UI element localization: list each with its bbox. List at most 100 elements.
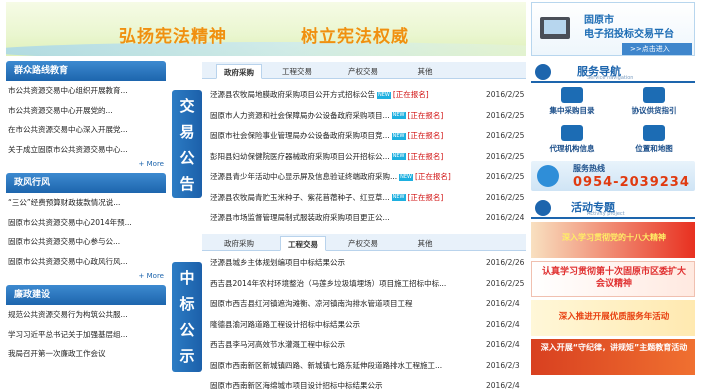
section-conduct: 政风行风 “三公”经费预算财政拨款情况说... 固原市公共资源交易中心2014年… bbox=[6, 173, 166, 282]
tab-engineering[interactable]: 工程交易 bbox=[274, 64, 320, 79]
right-sidebar: 服务导航 Service navigation 集中采购目录 协议供货指引 代理… bbox=[531, 61, 695, 375]
nav-supply-guide[interactable]: 协议供货指引 bbox=[613, 83, 695, 121]
row-date: 2016/2/25 bbox=[486, 110, 525, 120]
row-date: 2016/2/25 bbox=[486, 131, 525, 140]
new-badge-icon: NEW bbox=[391, 132, 406, 140]
banner-swoosh bbox=[6, 42, 526, 56]
portal-title-line1: 固原市 bbox=[584, 15, 614, 26]
section-integrity: 廉政建设 规范公共资源交易行为构筑公共服... 学习习近平总书记关于加强基层组.… bbox=[6, 285, 166, 364]
row-date: 2016/2/4 bbox=[486, 319, 520, 329]
hotline-number: 0954-2039234 bbox=[573, 175, 690, 190]
e-bidding-portal-link[interactable]: 固原市 电子招投标交易平台 >>点击进入 bbox=[531, 2, 695, 56]
status-badge: [正在报名] bbox=[392, 90, 429, 99]
activities-header: 活动专题 Activity project bbox=[531, 197, 695, 219]
new-badge-icon: NEW bbox=[391, 194, 406, 201]
table-row[interactable]: 泾源县青少年活动中心显示屏及信息验证终端政府采购... NEW [正在报名] 2016… bbox=[210, 167, 526, 188]
activity-banner[interactable]: 深入开展“守纪律，讲规矩”主题教育活动 bbox=[531, 339, 695, 375]
table-row[interactable]: 固原市西吉县红河镇遮沟滩衡、凉河镇南沟排水管道项目工程 2016/2/4 bbox=[210, 294, 526, 315]
list-item[interactable]: 市公共资源交易中心开展党的... bbox=[6, 101, 166, 121]
table-row[interactable]: 固原市西南新区新城镇四路、新城镇七路东延伸段道路排水工程施工... 2016/2/… bbox=[210, 356, 526, 377]
left-sidebar: 群众路线教育 市公共资源交易中心组织开展教育... 市公共资源交易中心开展党的.… bbox=[6, 61, 166, 367]
row-date: 2016/2/4 bbox=[486, 299, 520, 308]
table-row[interactable]: 泾源县农牧局青贮玉米种子、紫花苜蓿种子、红豆草... NEW [正在报名] 2016/… bbox=[210, 188, 526, 209]
award-tabs: 政府采购 工程交易 产权交易 其他 bbox=[202, 234, 526, 251]
status-badge: [正在报名] bbox=[407, 192, 444, 202]
portal-enter-button[interactable]: >>点击进入 bbox=[622, 43, 692, 55]
more-link[interactable]: + More bbox=[6, 271, 166, 282]
nav-procurement-catalog[interactable]: 集中采购目录 bbox=[531, 83, 613, 121]
service-hotline: 服务热线 0954-2039234 bbox=[531, 161, 695, 191]
new-badge-icon: NEW bbox=[377, 91, 391, 99]
table-row[interactable]: 固原市人力资源和社会保障局办公设备政府采购项目... NEW [正在报名] 2016/… bbox=[210, 106, 526, 127]
table-row[interactable]: 西吉县2014年农村环境整治（马莲乡垃圾填埋场）项目施工招标中标... 2016/… bbox=[210, 274, 526, 295]
status-badge: [正在报名] bbox=[407, 151, 444, 161]
portal-title-line2: 电子招投标交易平台 bbox=[584, 29, 674, 40]
tab-property[interactable]: 产权交易 bbox=[340, 236, 386, 251]
status-badge: [正在报名] bbox=[407, 131, 444, 140]
list-item[interactable]: 规范公共资源交易行为构筑公共服... bbox=[6, 305, 166, 325]
top-banner: 弘扬宪法精神 树立宪法权威 bbox=[6, 2, 526, 56]
table-row[interactable]: 泾源县城乡主体规划编项目中标结果公示 2016/2/26 bbox=[210, 253, 526, 274]
computer-icon bbox=[540, 17, 570, 39]
activity-banner[interactable]: 认真学习贯彻第十次固原市区委扩大会议精神 bbox=[531, 261, 695, 297]
table-row[interactable]: 西吉县李马河高效节水灌溉工程中标公示 2016/2/4 bbox=[210, 335, 526, 356]
tab-other[interactable]: 其他 bbox=[402, 64, 448, 79]
compass-icon bbox=[535, 64, 551, 80]
phone-icon bbox=[537, 165, 559, 187]
notice-panel: 政府采购 工程交易 产权交易 其他 泾源县农牧局地膜政府采购项目公开方式招标公告… bbox=[202, 62, 526, 229]
flag-icon bbox=[535, 200, 551, 216]
activity-banner[interactable]: 深入学习贯彻党的十八大精神 bbox=[531, 222, 695, 258]
service-nav-grid: 集中采购目录 协议供货指引 代理机构信息 位置和地图 bbox=[531, 83, 695, 159]
table-row[interactable]: 隆德县渝河路道路工程设计招标中标结果公示 2016/2/4 bbox=[210, 315, 526, 336]
table-row[interactable]: 泾源县农牧局地膜政府采购项目公开方式招标公告 NEW [正在报名] 2016/2/25 bbox=[210, 85, 526, 106]
row-date: 2016/2/4 bbox=[486, 340, 520, 349]
list-item[interactable]: 在市公共资源交易中心深入开展党... bbox=[6, 120, 166, 140]
status-badge: [正在报名] bbox=[407, 110, 444, 120]
tab-other[interactable]: 其他 bbox=[402, 236, 448, 251]
notice-vertical-label: 交 易 公 告 bbox=[172, 90, 202, 198]
section-header[interactable]: 政风行风 bbox=[6, 173, 166, 193]
list-item[interactable]: “三公”经费预算财政拨款情况说... bbox=[6, 193, 166, 213]
row-date: 2016/2/25 bbox=[486, 90, 525, 99]
row-date: 2016/2/25 bbox=[486, 151, 525, 161]
folder-icon bbox=[561, 87, 583, 103]
handshake-icon bbox=[643, 87, 665, 103]
award-vertical-label: 中 标 公 示 bbox=[172, 262, 202, 372]
nav-location-map[interactable]: 位置和地图 bbox=[613, 121, 695, 159]
list-item[interactable]: 固原市公共资源交易中心参与公... bbox=[6, 232, 166, 252]
row-date: 2016/2/3 bbox=[486, 360, 520, 370]
slogan-left: 弘扬宪法精神 bbox=[119, 27, 227, 47]
list-item[interactable]: 关于成立固原市公共资源交易中心... bbox=[6, 140, 166, 160]
section-header[interactable]: 群众路线教育 bbox=[6, 61, 166, 81]
list-item[interactable]: 固原市公共资源交易中心2014年预... bbox=[6, 213, 166, 233]
section-header[interactable]: 廉政建设 bbox=[6, 285, 166, 305]
list-item[interactable]: 固原市公共资源交易中心政风行风... bbox=[6, 252, 166, 272]
tab-gov-procurement[interactable]: 政府采购 bbox=[216, 64, 262, 79]
new-badge-icon: NEW bbox=[399, 173, 413, 181]
activity-banner[interactable]: 深入推进开展优质服务年活动 bbox=[531, 300, 695, 336]
list-item[interactable]: 我局召开第一次廉政工作会议 bbox=[6, 344, 166, 364]
more-link[interactable]: + More bbox=[6, 159, 166, 170]
list-item[interactable]: 市公共资源交易中心组织开展教育... bbox=[6, 81, 166, 101]
people-icon bbox=[561, 125, 583, 141]
row-date: 2016/2/26 bbox=[486, 258, 525, 267]
row-date: 2016/2/25 bbox=[486, 192, 525, 202]
table-row[interactable]: 固原市社会保险事业管理局办公设备政府采购项目竞... NEW [正在报名] 2016/… bbox=[210, 126, 526, 147]
tab-engineering[interactable]: 工程交易 bbox=[280, 236, 326, 251]
service-nav-header: 服务导航 Service navigation bbox=[531, 61, 695, 83]
notice-tabs: 政府采购 工程交易 产权交易 其他 bbox=[202, 62, 526, 79]
table-row[interactable]: 固原市西南新区海绵城市项目设计招标中标结果公示 2016/2/4 bbox=[210, 376, 526, 389]
new-badge-icon: NEW bbox=[391, 112, 406, 119]
award-panel: 政府采购 工程交易 产权交易 其他 泾源县城乡主体规划编项目中标结果公示 2016… bbox=[202, 234, 526, 389]
row-date: 2016/2/25 bbox=[486, 278, 525, 288]
row-date: 2016/2/24 bbox=[486, 213, 525, 222]
table-row[interactable]: 彭阳县妇幼保健院医疗器械政府采购项目公开招标公... NEW [正在报名] 2016/… bbox=[210, 147, 526, 168]
activities-section: 活动专题 Activity project 深入学习贯彻党的十八大精神 认真学习… bbox=[531, 197, 695, 375]
row-date: 2016/2/25 bbox=[486, 172, 525, 181]
tab-gov-procurement[interactable]: 政府采购 bbox=[216, 236, 262, 251]
list-item[interactable]: 学习习近平总书记关于加强基层组... bbox=[6, 325, 166, 345]
nav-agency-info[interactable]: 代理机构信息 bbox=[531, 121, 613, 159]
section-mass-line: 群众路线教育 市公共资源交易中心组织开展教育... 市公共资源交易中心开展党的.… bbox=[6, 61, 166, 170]
table-row[interactable]: 泾源县市场监督管理局制式服装政府采购项目更正公... 2016/2/24 bbox=[210, 208, 526, 229]
tab-property[interactable]: 产权交易 bbox=[340, 64, 386, 79]
